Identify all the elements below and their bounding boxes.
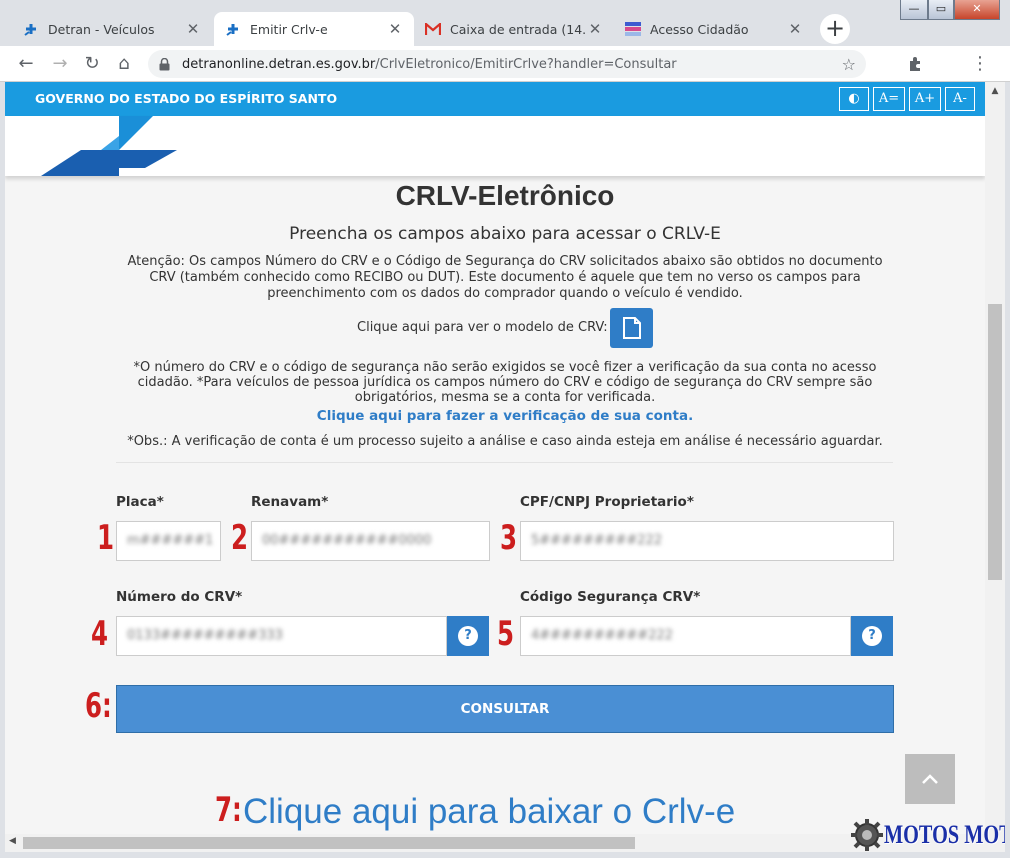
tab-title: Emitir Crlv-e: [250, 21, 328, 37]
watermark-text: MOTOS MOTOR: [884, 820, 1005, 849]
download-crlv-link[interactable]: Clique aqui para baixar o Crlv-e: [243, 792, 735, 832]
close-icon[interactable]: ✕: [184, 20, 202, 38]
tab-title: Detran - Veículos: [48, 21, 155, 37]
detran-icon: [224, 20, 242, 38]
crv-number-input[interactable]: 0133#########333: [116, 616, 447, 656]
verify-account-link[interactable]: Clique aqui para fazer a verificação de …: [5, 408, 1005, 424]
crv-value: 0133#########333: [127, 628, 283, 643]
horizontal-scroll-thumb[interactable]: [23, 837, 635, 849]
step-annotation-4: 4: [91, 614, 109, 654]
page-viewport: GOVERNO DO ESTADO DO ESPÍRITO SANTO ◐ A=…: [5, 82, 1005, 852]
new-tab-button[interactable]: +: [820, 14, 850, 44]
detran-logo[interactable]: [41, 116, 181, 176]
detran-icon: [22, 20, 40, 38]
close-icon[interactable]: ✕: [786, 20, 804, 38]
cpf-value: 5#########222: [531, 533, 663, 548]
reload-button[interactable]: ↻: [80, 52, 104, 76]
page-title: CRLV-Eletrônico: [395, 180, 615, 211]
crv-model-row: Clique aqui para ver o modelo de CRV:: [5, 308, 1005, 348]
scroll-left-arrow-icon[interactable]: ◀: [9, 836, 16, 846]
watermark: MOTOS MOTOR: [850, 818, 1005, 852]
main-content: CRLV-Eletrônico Preencha os campos abaix…: [5, 176, 985, 834]
cpf-cnpj-input[interactable]: 5#########222: [520, 521, 894, 561]
browser-window: Detran - Veículos ✕ Emitir Crlv-e ✕ Caix…: [0, 0, 1010, 858]
browser-menu-icon[interactable]: ⋮: [968, 52, 992, 76]
consultar-button[interactable]: CONSULTAR: [116, 685, 894, 733]
tab-title: Caixa de entrada (14.135): [450, 21, 586, 37]
minimize-button[interactable]: —: [900, 0, 928, 20]
close-icon[interactable]: ✕: [586, 20, 604, 38]
security-code-help-button[interactable]: ?: [851, 616, 893, 656]
back-to-top-button[interactable]: [905, 754, 955, 804]
question-icon: ?: [862, 626, 882, 646]
lock-icon: [158, 57, 170, 71]
maximize-button[interactable]: ▭: [928, 0, 954, 20]
gear-icon: [851, 819, 883, 851]
forward-button[interactable]: →: [48, 52, 72, 76]
renavam-label: Renavam*: [251, 494, 329, 510]
security-code-label: Código Segurança CRV*: [520, 589, 701, 605]
bookmark-star-icon[interactable]: ☆: [842, 55, 856, 74]
font-increase-button[interactable]: A+: [909, 87, 941, 111]
address-bar[interactable]: detranonline.detran.es.gov.br/CrlvEletro…: [148, 50, 866, 78]
step-annotation-1: 1: [97, 518, 115, 558]
renavam-input[interactable]: 00###########0000: [251, 521, 490, 561]
government-name: GOVERNO DO ESTADO DO ESPÍRITO SANTO: [35, 91, 338, 106]
government-bar: GOVERNO DO ESTADO DO ESPÍRITO SANTO ◐ A=…: [5, 82, 985, 116]
divider: [116, 462, 893, 463]
tab-emitir-crlv[interactable]: Emitir Crlv-e ✕: [214, 12, 414, 46]
exemption-note: *O número do CRV e o código de segurança…: [133, 360, 877, 405]
home-button[interactable]: ⌂: [112, 52, 136, 76]
crv-model-button[interactable]: [610, 308, 653, 348]
font-decrease-button[interactable]: A-: [945, 87, 975, 111]
tab-acesso-cidadao[interactable]: Acesso Cidadão ✕: [614, 12, 814, 46]
crv-number-label: Número do CRV*: [116, 589, 243, 605]
step-annotation-3: 3: [500, 518, 518, 558]
obs-text: *Obs.: A verificação de conta é um proce…: [127, 434, 883, 449]
vertical-scrollbar[interactable]: ▲: [985, 82, 1005, 852]
acesso-cidadao-icon: [624, 20, 642, 38]
step-annotation-6: 6:: [85, 686, 112, 726]
security-code-input[interactable]: 4##########222: [520, 616, 851, 656]
gmail-icon: [424, 20, 442, 38]
placa-label: Placa*: [116, 494, 164, 510]
site-header: [5, 116, 985, 176]
tab-strip: Detran - Veículos ✕ Emitir Crlv-e ✕ Caix…: [0, 0, 1010, 46]
horizontal-scrollbar[interactable]: ◀: [5, 834, 985, 852]
codigo-value: 4##########222: [531, 628, 674, 643]
page-subtitle: Preencha os campos abaixo para acessar o…: [289, 224, 721, 244]
placa-value: m######1: [127, 533, 214, 548]
font-normal-button[interactable]: A=: [873, 87, 905, 111]
scroll-up-arrow-icon[interactable]: ▲: [985, 86, 1005, 96]
back-button[interactable]: ←: [14, 52, 38, 76]
tab-gmail[interactable]: Caixa de entrada (14.135) ✕: [414, 12, 614, 46]
url-host: detranonline.detran.es.gov.br: [182, 56, 376, 72]
tab-detran-veiculos[interactable]: Detran - Veículos ✕: [12, 12, 212, 46]
url-path: /CrlvEletronico/EmitirCrlve?handler=Cons…: [375, 56, 677, 72]
placa-input[interactable]: m######1: [116, 521, 221, 561]
crv-model-label: Clique aqui para ver o modelo de CRV:: [357, 320, 608, 335]
attention-text: Atenção: Os campos Número do CRV e o Cód…: [127, 254, 883, 301]
renavam-value: 00###########0000: [262, 533, 432, 548]
crv-help-button[interactable]: ?: [447, 616, 489, 656]
step-annotation-7: 7:: [215, 790, 242, 830]
vertical-scroll-thumb[interactable]: [988, 304, 1002, 580]
cpf-label: CPF/CNPJ Proprietario*: [520, 494, 694, 510]
window-close-button[interactable]: ✕: [954, 0, 1000, 20]
browser-toolbar: ← → ↻ ⌂ detranonline.detran.es.gov.br/Cr…: [0, 46, 1010, 82]
document-icon: [622, 317, 641, 339]
contrast-button[interactable]: ◐: [839, 87, 869, 111]
chevron-up-icon: [922, 774, 938, 784]
tab-title: Acesso Cidadão: [650, 21, 749, 37]
extensions-icon[interactable]: [903, 52, 927, 76]
step-annotation-2: 2: [231, 518, 249, 558]
close-icon[interactable]: ✕: [386, 20, 404, 38]
step-annotation-5: 5: [497, 614, 515, 654]
question-icon: ?: [458, 626, 478, 646]
